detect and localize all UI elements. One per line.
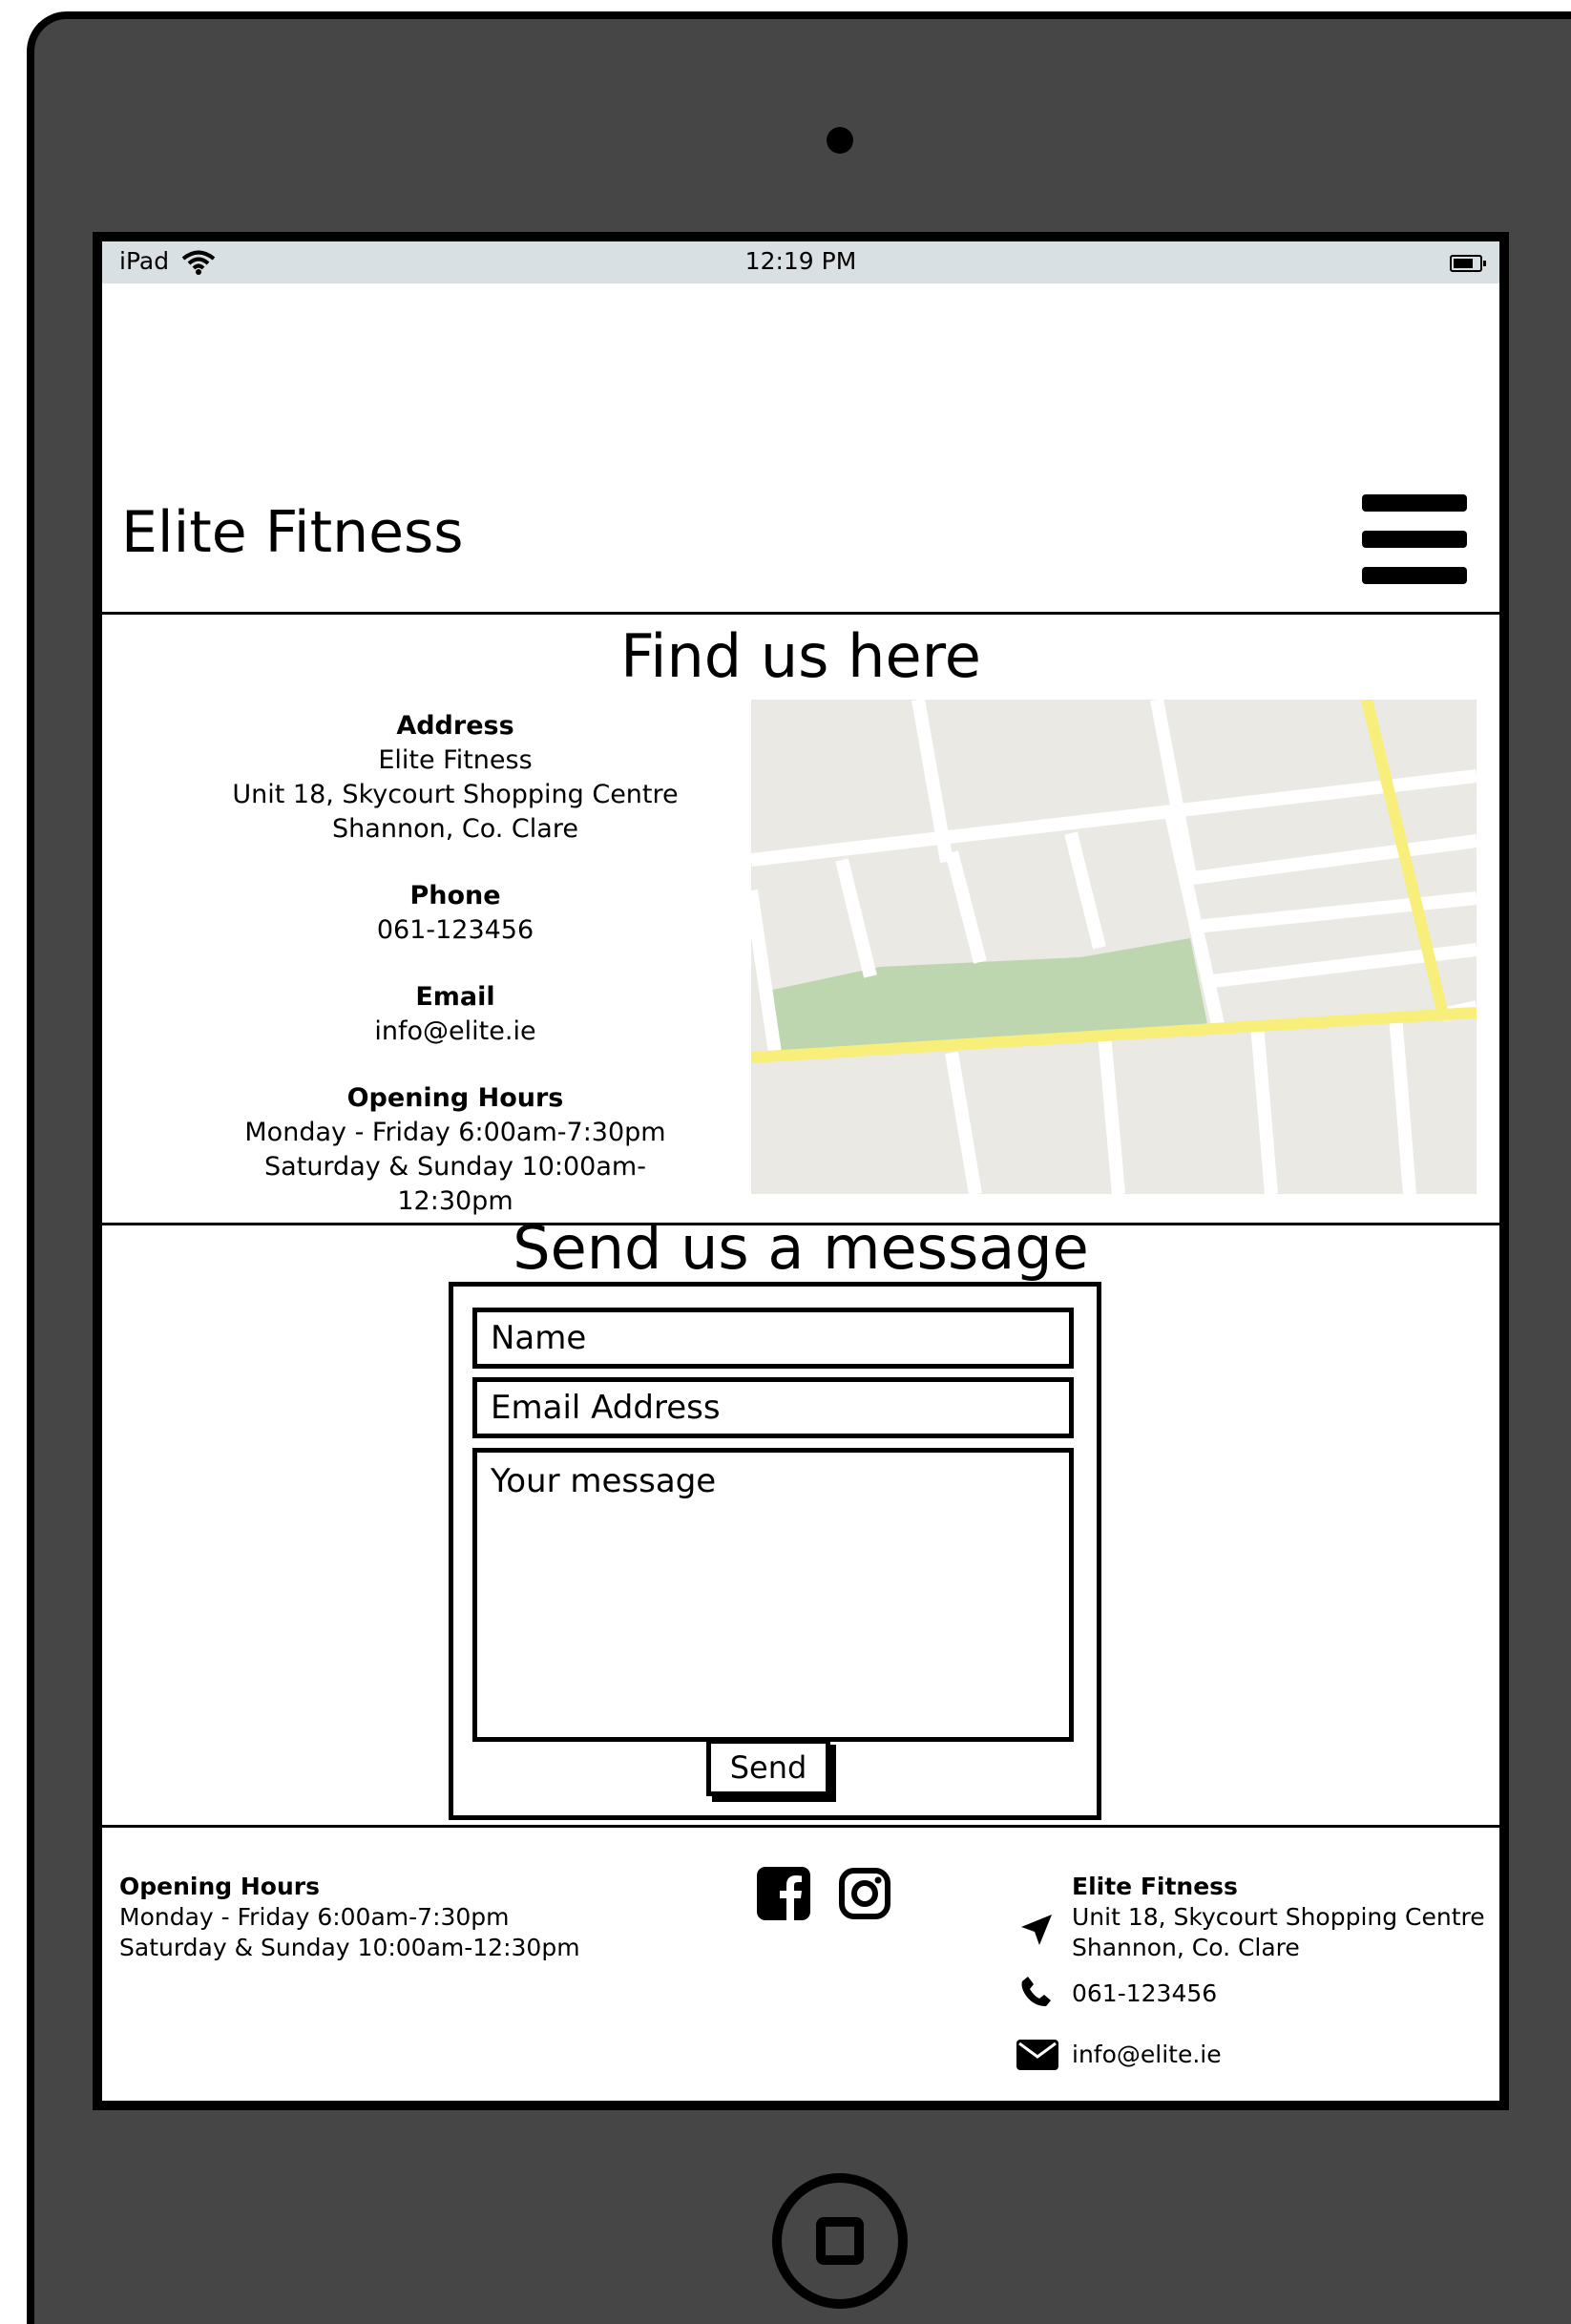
address-line: Shannon, Co. Clare bbox=[332, 814, 578, 844]
location-arrow-icon bbox=[1021, 1915, 1052, 1945]
email-value[interactable]: info@elite.ie bbox=[226, 1015, 684, 1049]
instagram-icon[interactable] bbox=[838, 1867, 891, 1920]
map-graphic bbox=[751, 700, 1477, 1194]
facebook-icon[interactable] bbox=[757, 1867, 810, 1920]
footer-address-line: Unit 18, Skycourt Shopping Centre bbox=[1072, 1903, 1485, 1931]
footer-hours-label: Opening Hours bbox=[119, 1873, 320, 1900]
address-label: Address bbox=[396, 711, 514, 741]
home-button[interactable] bbox=[772, 2173, 908, 2309]
footer-email[interactable]: info@elite.ie bbox=[1072, 2040, 1222, 2070]
brand-title[interactable]: Elite Fitness bbox=[121, 499, 464, 566]
phone-icon bbox=[1021, 1977, 1051, 2006]
contact-form: Name Email Address Your message Send bbox=[449, 1282, 1101, 1820]
message-textarea[interactable]: Your message bbox=[472, 1448, 1074, 1742]
phone-label: Phone bbox=[409, 881, 501, 911]
location-map[interactable] bbox=[751, 700, 1477, 1194]
screen: iPad 12:19 PM Elite Fitness Find us here… bbox=[93, 232, 1509, 2110]
footer-hours-line: Saturday & Sunday 10:00am-12:30pm bbox=[119, 1934, 580, 1961]
envelope-icon bbox=[1016, 2040, 1058, 2070]
status-time: 12:19 PM bbox=[744, 247, 857, 275]
send-button[interactable]: Send bbox=[706, 1739, 830, 1796]
battery-icon bbox=[1450, 255, 1486, 272]
email-field[interactable]: Email Address bbox=[472, 1377, 1074, 1438]
footer-hours-line: Monday - Friday 6:00am-7:30pm bbox=[119, 1903, 510, 1931]
camera-icon bbox=[827, 127, 853, 154]
phone-value[interactable]: 061-123456 bbox=[226, 913, 684, 948]
contact-info: Address Elite Fitness Unit 18, Skycourt … bbox=[226, 709, 684, 1219]
footer-company: Elite Fitness bbox=[1072, 1873, 1238, 1900]
hours-label: Opening Hours bbox=[346, 1083, 564, 1113]
address-line: Unit 18, Skycourt Shopping Centre bbox=[232, 780, 679, 809]
divider bbox=[102, 612, 1499, 615]
find-us-heading: Find us here bbox=[620, 621, 981, 691]
name-field[interactable]: Name bbox=[472, 1308, 1074, 1369]
status-bar: iPad 12:19 PM bbox=[102, 241, 1499, 283]
address-line: Elite Fitness bbox=[378, 745, 533, 775]
hamburger-menu-icon[interactable] bbox=[1362, 494, 1467, 584]
hours-line: Saturday & Sunday 10:00am-12:30pm bbox=[264, 1152, 646, 1216]
footer-address-line: Shannon, Co. Clare bbox=[1072, 1934, 1300, 1961]
message-heading: Send us a message bbox=[513, 1213, 1089, 1283]
hours-line: Monday - Friday 6:00am-7:30pm bbox=[244, 1118, 666, 1147]
divider bbox=[102, 1825, 1499, 1828]
email-label: Email bbox=[415, 982, 495, 1012]
footer-phone[interactable]: 061-123456 bbox=[1072, 1979, 1217, 2009]
